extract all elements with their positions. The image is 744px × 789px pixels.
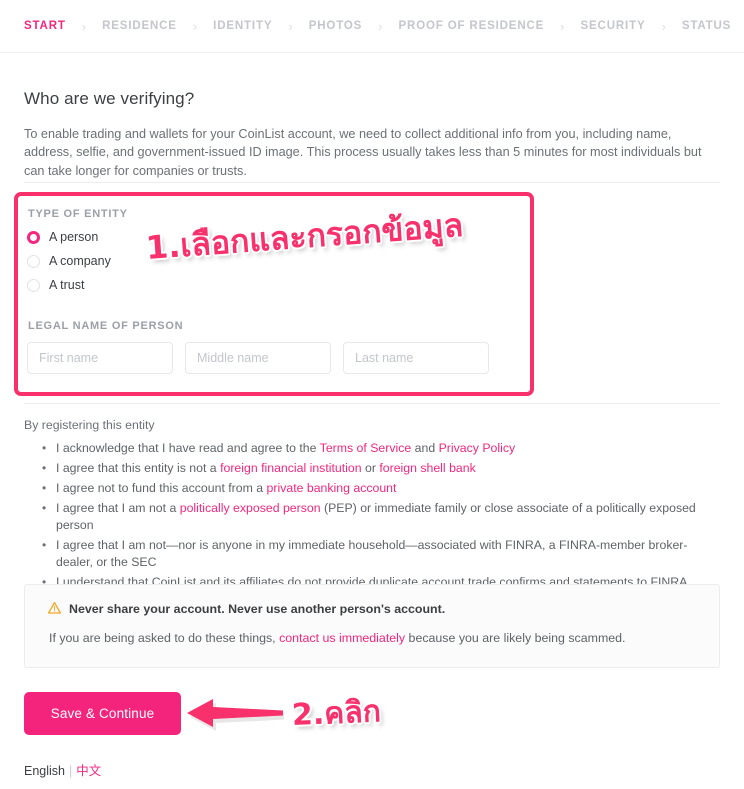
page-intro-text: To enable trading and wallets for your C… [24, 126, 702, 178]
radio-option-a-trust[interactable]: A trust [27, 278, 84, 292]
radio-label: A person [49, 230, 99, 244]
save-and-continue-button[interactable]: Save & Continue [24, 692, 181, 735]
security-warning-box: Never share your account. Never use anot… [24, 584, 720, 668]
agreement-list-item: I agree that I am not a politically expo… [42, 500, 724, 534]
agreement-text: or [361, 461, 380, 475]
warning-body-row: If you are being asked to do these thing… [49, 631, 626, 645]
legal-name-input-group [27, 342, 489, 374]
breadcrumb-item-proof-of-residence[interactable]: PROOF OF RESIDENCE [399, 20, 545, 32]
first-name-input[interactable] [27, 342, 173, 374]
agreement-link[interactable]: Privacy Policy [439, 441, 516, 455]
entity-form-highlight-box: TYPE OF ENTITY A person A company A trus… [14, 192, 534, 396]
page-title: Who are we verifying? [24, 89, 195, 109]
annotation-step-2-text: 2.คลิก [291, 694, 382, 733]
breadcrumb-item-status[interactable]: STATUS [682, 20, 731, 32]
agreement-list-item: I agree that I am not—nor is anyone in m… [42, 537, 724, 571]
breadcrumb-separator-icon: › [288, 18, 293, 34]
radio-dot-icon[interactable] [27, 230, 40, 244]
warning-title-text: Never share your account. Never use anot… [69, 602, 446, 617]
radio-option-a-person[interactable]: A person [27, 230, 98, 244]
annotation-arrow-icon [186, 696, 286, 732]
breadcrumb: START › RESIDENCE › IDENTITY › PHOTOS › PROOF OF… [0, 0, 744, 53]
verification-page: START › RESIDENCE › IDENTITY › PHOTOS › PROOF OF… [0, 0, 744, 789]
agreement-text: I agree that this entity is not a [56, 461, 221, 475]
agreement-text: I agree that I am not a [56, 501, 180, 515]
breadcrumb-item-security[interactable]: SECURITY [581, 20, 646, 32]
radio-option-a-company[interactable]: A company [27, 254, 111, 268]
contact-us-link[interactable]: contact us immediately [279, 631, 405, 645]
last-name-input[interactable] [343, 342, 489, 374]
breadcrumb-item-photos[interactable]: PHOTOS [309, 20, 362, 32]
warning-body-before: If you are being asked to do these thing… [49, 631, 280, 645]
warning-triangle-icon [47, 601, 62, 616]
divider-top [24, 182, 720, 183]
radio-dot-icon[interactable] [27, 254, 40, 268]
agreement-link[interactable]: foreign financial institution [220, 461, 362, 475]
breadcrumb-item-start[interactable]: START [24, 20, 66, 32]
agreement-link[interactable]: Terms of Service [320, 441, 412, 455]
legal-name-label: LEGAL NAME OF PERSON [28, 320, 184, 332]
agreement-text: and [411, 441, 439, 455]
divider-bottom [24, 403, 720, 404]
radio-label: A trust [49, 278, 85, 292]
agreement-list-item: I agree that this entity is not a foreig… [42, 460, 724, 477]
language-separator: | [69, 764, 73, 778]
breadcrumb-separator-icon: › [560, 18, 565, 34]
language-current[interactable]: English [24, 764, 65, 778]
agreement-link[interactable]: private banking account [267, 481, 397, 495]
radio-label: A company [49, 254, 111, 268]
breadcrumb-separator-icon: › [661, 18, 666, 34]
warning-title-row: Never share your account. Never use anot… [47, 601, 446, 617]
agreement-list-item: I agree not to fund this account from a … [42, 480, 724, 497]
language-chinese-link[interactable]: 中文 [76, 764, 101, 778]
breadcrumb-item-residence[interactable]: RESIDENCE [102, 20, 177, 32]
agreement-list: I acknowledge that I have read and agree… [40, 440, 724, 594]
agreement-list-item: I acknowledge that I have read and agree… [42, 440, 724, 457]
agreement-heading: By registering this entity [24, 418, 155, 432]
agreement-link[interactable]: politically exposed person [180, 501, 321, 515]
agreement-text: I agree not to fund this account from a [56, 481, 267, 495]
middle-name-input[interactable] [185, 342, 331, 374]
breadcrumb-separator-icon: › [81, 18, 87, 34]
breadcrumb-separator-icon: › [378, 18, 383, 34]
type-of-entity-label: TYPE OF ENTITY [28, 208, 128, 220]
breadcrumb-separator-icon: › [192, 18, 198, 34]
radio-dot-icon[interactable] [27, 278, 40, 292]
agreement-text: I agree that I am not—nor is anyone in m… [56, 538, 688, 569]
breadcrumb-item-identity[interactable]: IDENTITY [213, 20, 272, 32]
agreement-link[interactable]: foreign shell bank [379, 461, 475, 475]
language-switcher: English | 中文 [24, 760, 101, 779]
agreement-text: I acknowledge that I have read and agree… [56, 441, 320, 455]
warning-body-after: because you are likely being scammed. [405, 631, 626, 645]
